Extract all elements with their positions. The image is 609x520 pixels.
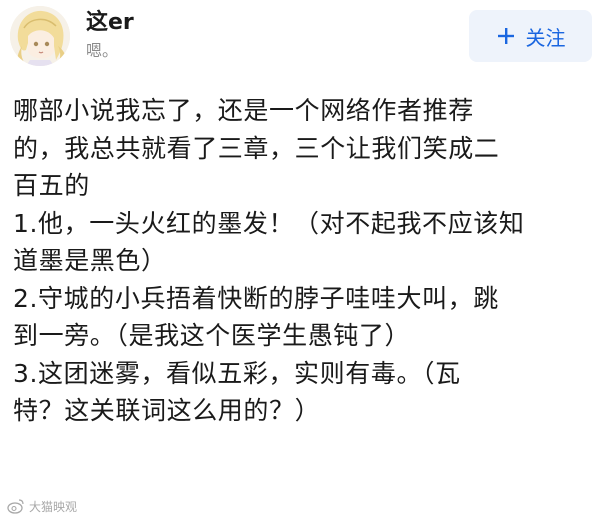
post-line: 到一旁。（是我这个医学生愚钝了） <box>13 321 411 350</box>
plus-icon <box>497 28 514 44</box>
post-line: 3.这团迷雾，看似五彩，实则有毒。（瓦 <box>13 358 461 388</box>
post-header: 这er 嗯。 关注 <box>0 0 609 84</box>
avatar[interactable] <box>10 6 70 66</box>
follow-button-label: 关注 <box>525 25 566 50</box>
follow-button[interactable]: 关注 <box>469 10 592 62</box>
post-line: 哪部小说我忘了，还是一个网络作者推荐 <box>13 96 474 125</box>
watermark: 大猫映观 <box>7 497 77 515</box>
post-content: 哪部小说我忘了，还是一个网络作者推荐 的，我总共就看了三章，三个让我们笑成二 百… <box>13 92 603 430</box>
post-line: 的，我总共就看了三章，三个让我们笑成二 <box>13 133 500 163</box>
post-line: 2.守城的小兵捂着快断的脖子哇哇大叫，跳 <box>13 283 499 313</box>
post-line: 道墨是黑色） <box>13 246 167 275</box>
post-line: 特？这关联词这么用的？） <box>13 396 321 425</box>
weibo-icon <box>7 499 24 514</box>
avatar-illustration <box>10 6 70 66</box>
author-name[interactable]: 这er <box>86 9 134 37</box>
author-bio: 嗯。 <box>86 41 119 60</box>
author-info: 这er 嗯。 <box>86 9 134 62</box>
post-line: 百五的 <box>13 171 90 200</box>
post-line: 1.他，一头火红的墨发！（对不起我不应该知 <box>13 208 525 238</box>
watermark-text: 大猫映观 <box>29 499 78 514</box>
